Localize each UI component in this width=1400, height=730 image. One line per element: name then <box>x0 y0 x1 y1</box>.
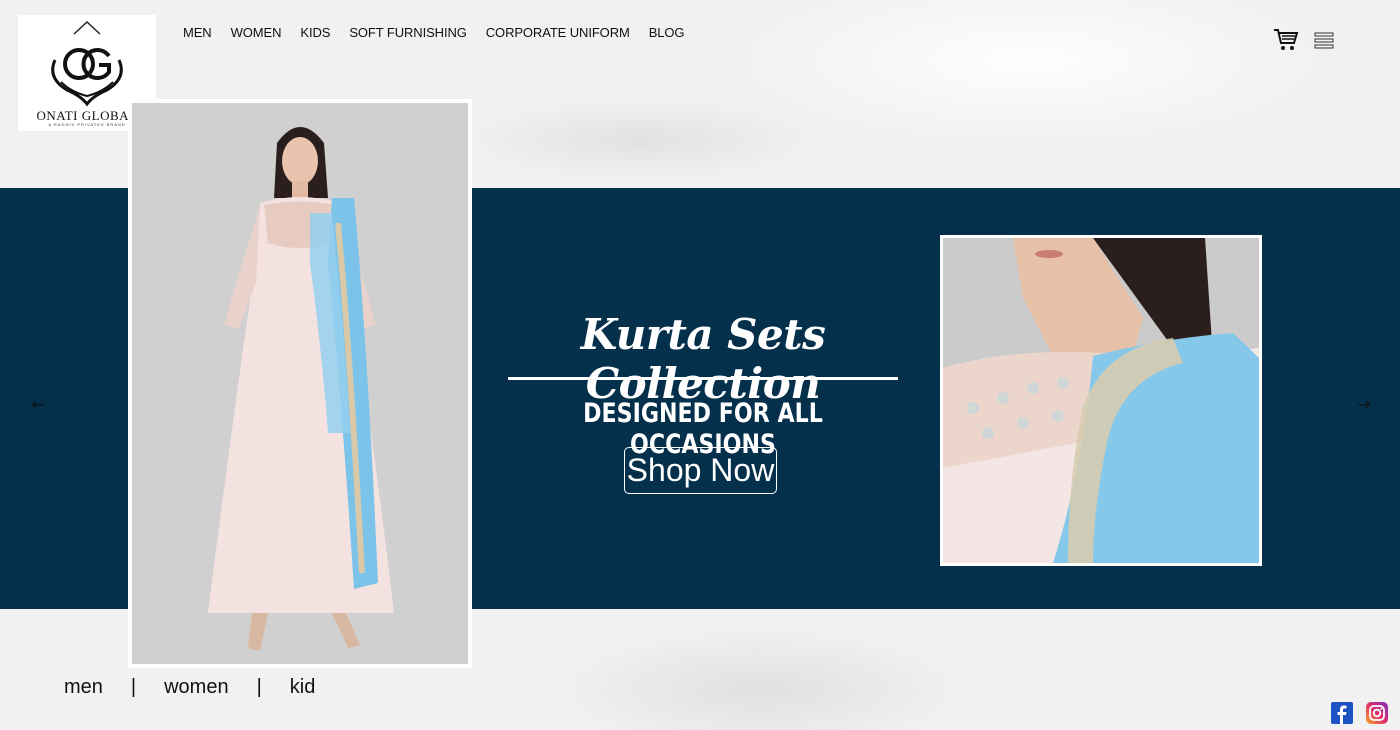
carousel-next-arrow[interactable]: → <box>1354 395 1374 415</box>
nav-item-soft-furnishing[interactable]: SOFT FURNISHING <box>349 25 467 40</box>
cart-icon[interactable] <box>1273 28 1299 52</box>
shop-now-button[interactable]: Shop Now <box>624 447 777 494</box>
carousel-prev-arrow[interactable]: ← <box>28 395 48 415</box>
category-links: men | women | kid <box>64 676 315 699</box>
detail-illustration <box>943 238 1259 563</box>
instagram-icon[interactable] <box>1366 702 1388 724</box>
menu-icon[interactable] <box>1314 32 1334 50</box>
main-nav: MEN WOMEN KIDS SOFT FURNISHING CORPORATE… <box>183 25 685 40</box>
category-link-women[interactable]: women <box>164 676 228 699</box>
nav-item-women[interactable]: WOMEN <box>231 25 282 40</box>
logo-monogram <box>51 20 123 107</box>
hero-model-photo <box>128 99 472 668</box>
model-illustration <box>132 103 468 664</box>
nav-item-men[interactable]: MEN <box>183 25 212 40</box>
category-separator: | <box>256 676 262 698</box>
category-link-kid[interactable]: kid <box>290 676 316 699</box>
category-separator: | <box>130 676 137 698</box>
nav-item-blog[interactable]: BLOG <box>649 25 685 40</box>
hero-detail-photo <box>940 235 1262 566</box>
nav-item-kids[interactable]: KIDS <box>300 25 330 40</box>
facebook-icon[interactable] <box>1331 702 1353 724</box>
hero-title: Kurta Sets Collection <box>580 310 826 408</box>
nav-item-corporate-uniform[interactable]: CORPORATE UNIFORM <box>486 25 630 40</box>
category-link-men[interactable]: men <box>64 676 103 699</box>
hero-divider <box>508 377 898 380</box>
